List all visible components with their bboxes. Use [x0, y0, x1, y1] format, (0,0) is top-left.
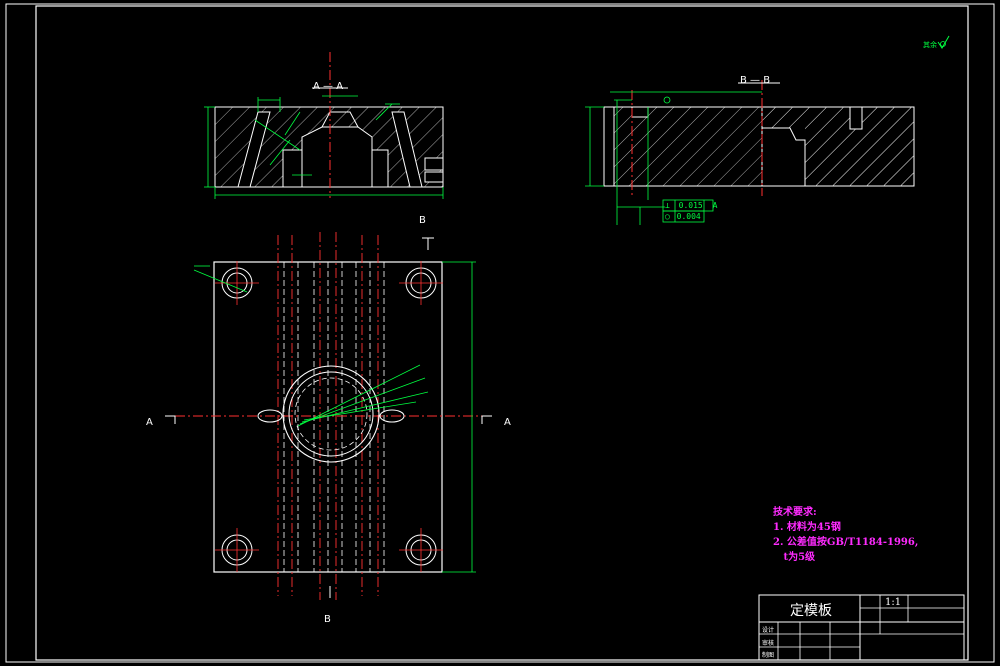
tech-req-heading: 技术要求:	[773, 507, 817, 518]
guide-hole-bottom-right	[399, 528, 443, 572]
roughness-note: 其余	[923, 41, 937, 49]
section-label-b-bottom: B	[324, 614, 331, 625]
tolerance-value: 0.004	[676, 212, 701, 221]
part-name: 定模板	[790, 603, 832, 619]
title-block-label: 设计	[762, 627, 775, 634]
guide-hole-top-left	[215, 261, 259, 305]
guide-hole-top-right	[399, 261, 443, 305]
title-block-label: 审核	[762, 640, 775, 647]
section-label-aa: A — A	[313, 81, 344, 92]
tolerance-datum: A	[712, 201, 718, 210]
tolerance-value: 0.015	[678, 201, 703, 210]
central-sprue-bore	[257, 365, 405, 463]
section-label-a-left: A	[146, 417, 153, 428]
tech-req-item: t为5级	[773, 552, 816, 563]
section-label-a-right: A	[504, 417, 511, 428]
surface-roughness-symbol	[937, 35, 950, 49]
plan-view	[165, 232, 492, 600]
tolerance-frame-perpendicularity: ⊥ 0.015 A	[665, 201, 717, 210]
section-label-bb: B — B	[740, 75, 771, 86]
section-b-b-view	[585, 80, 915, 225]
section-label-b-top: B	[419, 215, 426, 226]
tech-req-item: 2. 公差值按GB/T1184-1996,	[773, 537, 919, 548]
drawing-scale: 1:1	[885, 597, 902, 608]
tolerance-frame-roundness: ◯ 0.004	[665, 212, 701, 221]
guide-hole-bottom-left	[215, 528, 259, 572]
drawing-svg	[5, 3, 995, 663]
title-block-label: 制图	[762, 652, 775, 659]
cad-drawing-canvas: { "colors": { "background": "#000000", "…	[0, 0, 1000, 666]
tolerance-symbol: ◯	[665, 212, 670, 221]
technical-requirements: 技术要求: 1. 材料为45钢 2. 公差值按GB/T1184-1996, t为…	[773, 505, 918, 565]
tech-req-item: 1. 材料为45钢	[773, 522, 841, 533]
section-a-a-view	[204, 52, 444, 199]
tolerance-symbol: ⊥	[665, 201, 670, 210]
